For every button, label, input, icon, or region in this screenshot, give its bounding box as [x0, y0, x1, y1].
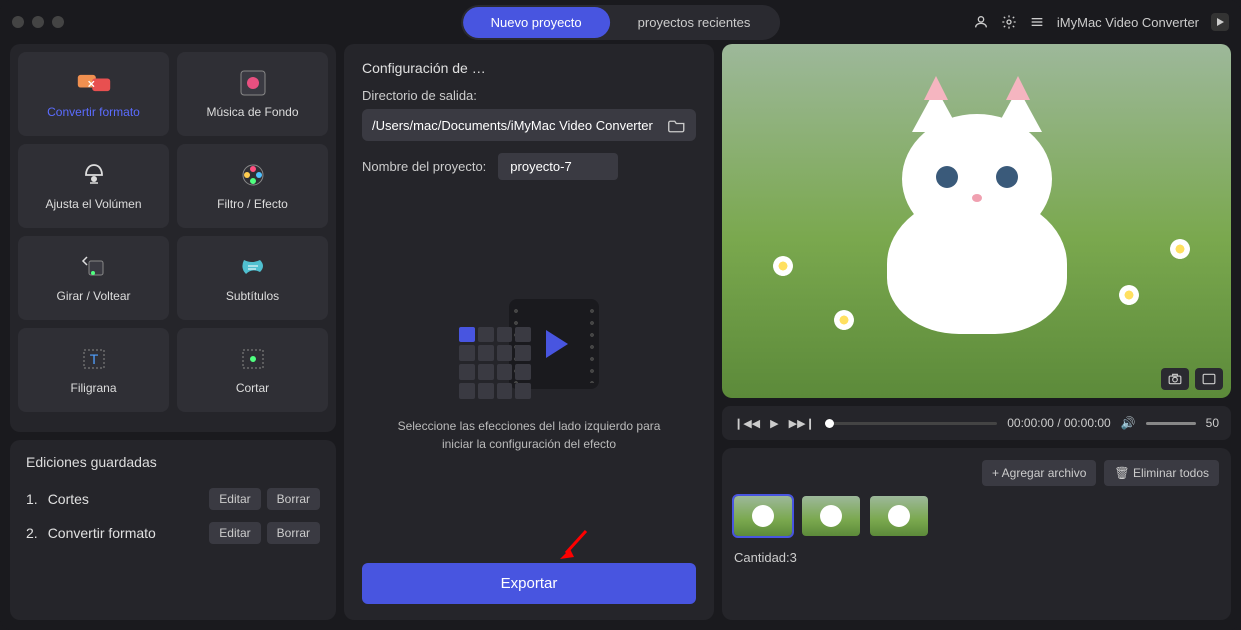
fullscreen-icon[interactable]	[1195, 368, 1223, 390]
tool-label: Filigrana	[70, 381, 116, 395]
tool-icon: T	[76, 345, 112, 373]
saved-edit-name: Cortes	[48, 491, 89, 507]
tool-label: Filtro / Efecto	[217, 197, 288, 211]
tool-cortar[interactable]: Cortar	[177, 328, 328, 412]
tools-panel: Convertir formato Música de Fondo Ajusta e…	[10, 44, 336, 432]
placeholder-graphic: Seleccione las efecciones del lado izqui…	[362, 200, 696, 551]
tool-label: Girar / Voltear	[56, 289, 130, 303]
tool-label: Ajusta el Volúmen	[45, 197, 141, 211]
clip-thumbnail[interactable]	[802, 496, 860, 536]
saved-edit-num: 1.	[26, 491, 38, 507]
tool-icon	[76, 161, 112, 189]
minimize-window[interactable]	[32, 16, 44, 28]
snapshot-icon[interactable]	[1161, 368, 1189, 390]
close-window[interactable]	[12, 16, 24, 28]
delete-button[interactable]: Borrar	[267, 522, 320, 544]
saved-edits-panel: Ediciones guardadas 1. Cortes Editar Borrar…	[10, 440, 336, 620]
window-controls	[12, 16, 64, 28]
tool-icon	[235, 69, 271, 97]
saved-edit-name: Convertir formato	[48, 525, 156, 541]
saved-edit-row: 1. Cortes Editar Borrar	[26, 482, 320, 516]
saved-edit-row: 2. Convertir formato Editar Borrar	[26, 516, 320, 550]
next-button[interactable]: ▶▶❙	[789, 417, 815, 430]
top-nav: Nuevo proyecto proyectos recientes	[461, 5, 781, 40]
clip-thumbnail[interactable]	[734, 496, 792, 536]
tool-label: Subtítulos	[226, 289, 279, 303]
clips-panel: + Agregar archivo 🗑 Eliminar todos Canti…	[722, 448, 1231, 620]
edit-button[interactable]: Editar	[209, 522, 260, 544]
transport-bar: ❙◀◀ ▶ ▶▶❙ 00:00:00 / 00:00:00 🔊 50	[722, 406, 1231, 440]
saved-edit-num: 2.	[26, 525, 38, 541]
volume-slider[interactable]	[1146, 422, 1196, 425]
tool-subt-tulos[interactable]: Subtítulos	[177, 236, 328, 320]
tool-label: Música de Fondo	[206, 105, 298, 119]
seek-bar[interactable]	[825, 422, 998, 425]
svg-text:T: T	[89, 351, 98, 367]
tool-ajusta-el-vol-men[interactable]: Ajusta el Volúmen	[18, 144, 169, 228]
add-file-button[interactable]: + Agregar archivo	[982, 460, 1096, 486]
edit-button[interactable]: Editar	[209, 488, 260, 510]
tab-new-project[interactable]: Nuevo proyecto	[463, 7, 610, 38]
titlebar: Nuevo proyecto proyectos recientes iMyMa…	[0, 0, 1241, 44]
app-play-icon	[1211, 13, 1229, 31]
clip-count: Cantidad:3	[734, 550, 1219, 565]
tool-m-sica-de-fondo[interactable]: Música de Fondo	[177, 52, 328, 136]
tool-icon	[235, 161, 271, 189]
delete-button[interactable]: Borrar	[267, 488, 320, 510]
output-dir-label: Directorio de salida:	[362, 88, 696, 103]
volume-icon[interactable]: 🔊	[1121, 416, 1136, 430]
config-hint: Seleccione las efecciones del lado izqui…	[389, 417, 669, 453]
config-title: Configuración de …	[362, 60, 696, 76]
project-name-input[interactable]	[498, 153, 618, 180]
clip-thumbnail[interactable]	[870, 496, 928, 536]
tool-label: Cortar	[236, 381, 269, 395]
time-display: 00:00:00 / 00:00:00	[1007, 416, 1110, 430]
tool-convertir-formato[interactable]: Convertir formato	[18, 52, 169, 136]
remove-all-button[interactable]: 🗑 Eliminar todos	[1104, 460, 1219, 486]
play-button[interactable]: ▶	[770, 417, 778, 430]
tool-icon	[76, 253, 112, 281]
menu-icon[interactable]	[1029, 14, 1045, 30]
app-title: iMyMac Video Converter	[1057, 15, 1199, 30]
tool-girar-voltear[interactable]: Girar / Voltear	[18, 236, 169, 320]
tool-label: Convertir formato	[47, 105, 140, 119]
prev-button[interactable]: ❙◀◀	[734, 417, 760, 430]
tab-recent-projects[interactable]: proyectos recientes	[610, 7, 779, 38]
project-name-label: Nombre del proyecto:	[362, 159, 486, 174]
output-dir-input[interactable]	[372, 118, 668, 133]
tool-icon	[235, 253, 271, 281]
browse-folder-icon[interactable]	[668, 117, 686, 133]
settings-icon[interactable]	[1001, 14, 1017, 30]
tool-filigrana[interactable]: T Filigrana	[18, 328, 169, 412]
export-button[interactable]: Exportar	[362, 563, 696, 604]
account-icon[interactable]	[973, 14, 989, 30]
tool-icon	[76, 69, 112, 97]
tool-filtro-efecto[interactable]: Filtro / Efecto	[177, 144, 328, 228]
volume-value: 50	[1206, 416, 1219, 430]
saved-edits-title: Ediciones guardadas	[26, 454, 320, 470]
video-preview[interactable]	[722, 44, 1231, 398]
config-panel: Configuración de … Directorio de salida:…	[344, 44, 714, 620]
maximize-window[interactable]	[52, 16, 64, 28]
tool-icon	[235, 345, 271, 373]
